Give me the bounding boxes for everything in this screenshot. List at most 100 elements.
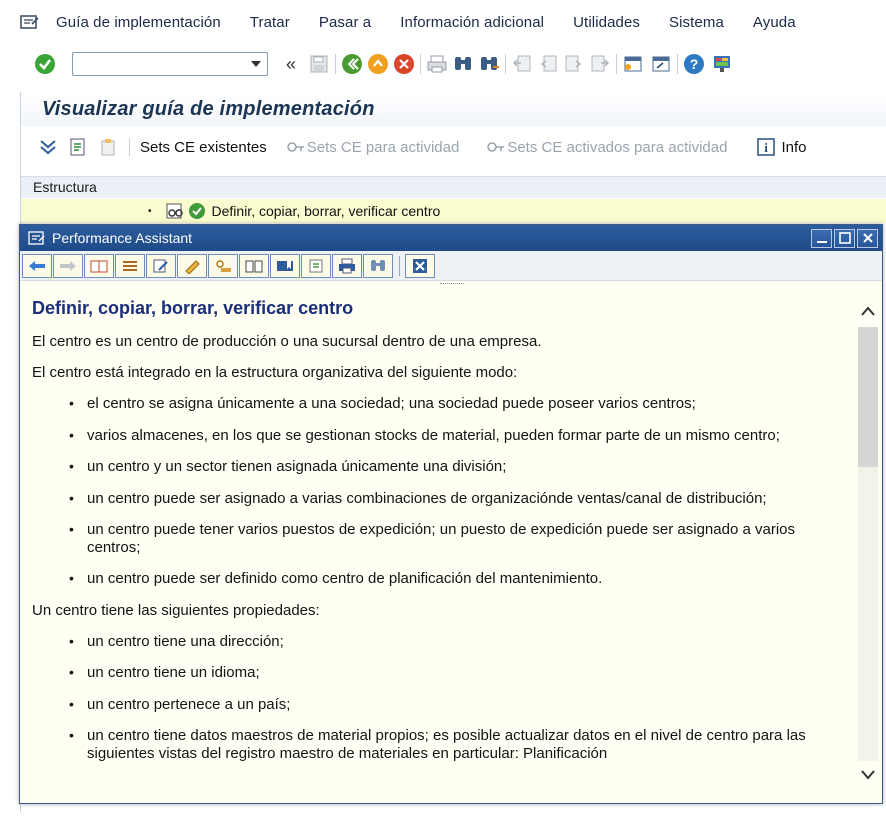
close-panel-icon[interactable]: [405, 253, 435, 278]
toolbar-separator: [677, 54, 678, 74]
print-icon[interactable]: [332, 253, 362, 278]
layout-icon[interactable]: [711, 53, 733, 75]
back-arrow-icon[interactable]: [22, 253, 52, 278]
list-item: un centro puede tener varios puestos de …: [69, 521, 839, 556]
list-item: un centro tiene datos maestros de materi…: [69, 727, 839, 762]
tree-column-header: Estructura: [21, 176, 886, 198]
menu-utilities[interactable]: Utilidades: [573, 14, 640, 31]
find-icon[interactable]: [363, 253, 393, 278]
open-book-icon[interactable]: [239, 253, 269, 278]
close-icon[interactable]: [857, 228, 878, 248]
info-button[interactable]: i Info: [755, 136, 806, 158]
list-item: un centro y un sector tienen asignada ún…: [69, 458, 839, 476]
menu-help[interactable]: Ayuda: [753, 14, 796, 31]
assistant-paragraph: Un centro tiene las siguientes propiedad…: [32, 601, 320, 619]
enter-icon[interactable]: [34, 53, 56, 75]
toolbar-separator: [335, 54, 336, 74]
find-icon[interactable]: [452, 53, 474, 75]
assistant-heading: Definir, copiar, borrar, verificar centr…: [32, 298, 354, 318]
assistant-titlebar[interactable]: Performance Assistant: [20, 225, 882, 251]
existing-sets-label: Sets CE existentes: [140, 138, 267, 156]
collapse-command-icon[interactable]: «: [280, 53, 302, 75]
toolbar-separator: [420, 54, 421, 74]
save-icon[interactable]: [308, 53, 330, 75]
shortcut-icon[interactable]: [650, 53, 672, 75]
maximize-icon[interactable]: [834, 228, 855, 248]
assistant-content: Definir, copiar, borrar, verificar centr…: [20, 287, 854, 803]
expand-icon[interactable]: [37, 136, 59, 158]
assistant-paragraph: El centro está integrado en la estructur…: [32, 364, 518, 381]
tree-node-selected[interactable]: • Definir, copiar, borrar, verificar cen…: [21, 199, 886, 223]
dropdown-arrow-icon[interactable]: [251, 61, 261, 67]
toolbar-separator: [616, 54, 617, 74]
cancel-icon[interactable]: [393, 53, 415, 75]
list-item: un centro puede ser asignado a varias co…: [69, 490, 839, 508]
back-icon[interactable]: [341, 53, 363, 75]
menu-bar: Guía de implementación Tratar Pasar a In…: [0, 0, 886, 44]
scroll-down-icon[interactable]: [858, 765, 878, 785]
application-toolbar: Sets CE existentes Sets CE para activida…: [21, 132, 886, 162]
minimize-icon[interactable]: [811, 228, 832, 248]
assistant-toolbar: [20, 251, 882, 281]
toolbar-separator: [129, 138, 130, 156]
book-icon[interactable]: [84, 253, 114, 278]
help-icon[interactable]: ?: [683, 53, 705, 75]
settings-icon[interactable]: [208, 253, 238, 278]
list-item: un centro tiene un idioma;: [69, 664, 839, 682]
tree-bullet: •: [148, 205, 152, 217]
svg-text:i: i: [765, 140, 769, 155]
assistant-paragraph: El centro es un centro de producción o u…: [32, 333, 542, 350]
key-icon: [285, 136, 307, 158]
toolbar-separator: [505, 54, 506, 74]
find-next-icon[interactable]: [478, 53, 500, 75]
properties-list: el centro se asigna únicamente a una soc…: [69, 395, 854, 588]
menu-goto[interactable]: Pasar a: [319, 14, 371, 31]
list-item: el centro se asigna únicamente a una soc…: [69, 395, 839, 413]
last-page-icon[interactable]: [589, 53, 611, 75]
sets-for-activity-label: Sets CE para actividad: [306, 138, 460, 156]
command-field[interactable]: [72, 52, 268, 76]
menu-implementation-guide[interactable]: Guía de implementación: [56, 14, 221, 31]
svg-text:?: ?: [690, 56, 699, 72]
print-icon[interactable]: [426, 53, 448, 75]
performance-assistant-window: Performance Assistant Definir, copiar, b…: [19, 224, 883, 804]
system-menu-icon[interactable]: [20, 13, 42, 31]
vertical-scrollbar[interactable]: [854, 287, 882, 803]
pen-icon[interactable]: [177, 253, 207, 278]
menu-extras[interactable]: Información adicional: [400, 14, 544, 31]
documentation-icon[interactable]: [67, 136, 89, 158]
execute-icon[interactable]: [186, 200, 208, 222]
new-session-icon[interactable]: [622, 53, 644, 75]
page-title: Visualizar guía de implementación: [21, 92, 886, 126]
info-label: Info: [781, 138, 807, 156]
menu-edit[interactable]: Tratar: [250, 14, 290, 31]
notes-icon[interactable]: [301, 253, 331, 278]
list-item: un centro puede ser definido como centro…: [69, 570, 839, 588]
assistant-title: Performance Assistant: [52, 230, 193, 246]
info-icon: i: [755, 136, 777, 158]
menu-system[interactable]: Sistema: [669, 14, 724, 31]
tree-node-label: Definir, copiar, borrar, verificar centr…: [211, 203, 441, 219]
existing-sets-button[interactable]: Sets CE existentes: [140, 139, 267, 156]
scroll-up-icon[interactable]: [858, 301, 878, 321]
list-item: un centro tiene una dirección;: [69, 633, 839, 651]
exit-icon[interactable]: [367, 53, 389, 75]
forward-arrow-icon[interactable]: [53, 253, 83, 278]
prev-page-icon[interactable]: [537, 53, 559, 75]
key-icon: [485, 136, 507, 158]
first-page-icon[interactable]: [511, 53, 533, 75]
structure-icon[interactable]: [115, 253, 145, 278]
activated-sets-label: Sets CE activados para actividad: [507, 138, 728, 156]
glasses-icon[interactable]: [164, 200, 186, 222]
bookmark-icon[interactable]: [270, 253, 300, 278]
edit-icon[interactable]: [146, 253, 176, 278]
next-page-icon[interactable]: [563, 53, 585, 75]
sets-for-activity-button[interactable]: Sets CE para actividad: [285, 136, 460, 158]
scrollbar-thumb[interactable]: [858, 327, 878, 467]
list-item: un centro pertenece a un país;: [69, 696, 839, 714]
activated-sets-button[interactable]: Sets CE activados para actividad: [485, 136, 727, 158]
window-icon: [28, 231, 46, 245]
clipboard-icon[interactable]: [97, 136, 119, 158]
properties-list: un centro tiene una dirección; un centro…: [69, 633, 854, 763]
toolbar-separator: [399, 255, 400, 276]
